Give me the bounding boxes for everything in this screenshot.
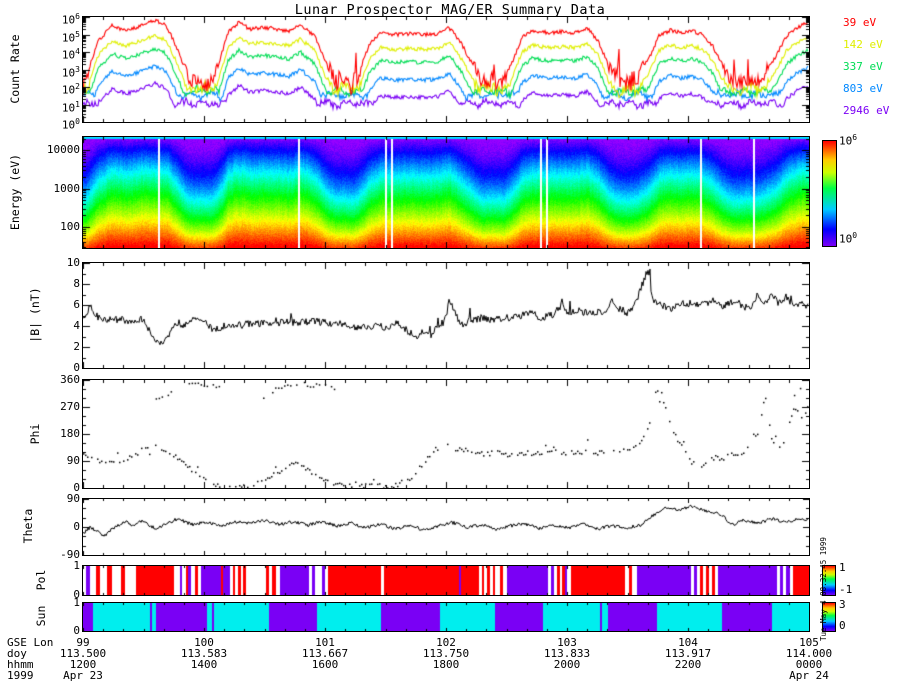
count-rate-plot xyxy=(83,17,809,122)
legend-item-39-ev: 39 eV xyxy=(843,16,877,29)
xaxis-value-1999: Apr 24 xyxy=(789,669,829,682)
energy-ytick: 100 xyxy=(60,219,80,233)
spectrogram-colorbar-min-label: 100 xyxy=(839,231,858,246)
count-rate-ytick: 102 xyxy=(61,82,80,97)
count-rate-ytick: 105 xyxy=(61,29,80,45)
theta-ytick: 0 xyxy=(73,520,80,533)
xaxis-value-hhmm: 2000 xyxy=(553,658,581,671)
sun-colorbar-min-label: 0 xyxy=(839,619,846,632)
b-ytick: 6 xyxy=(73,298,80,311)
sun-ytick: 0 xyxy=(73,624,80,637)
b-ytick: 8 xyxy=(73,277,80,290)
count-rate-ytick: 103 xyxy=(61,64,80,80)
pol-bar xyxy=(83,566,809,595)
phi-ytick: 270 xyxy=(60,400,80,413)
legend-item-2946-ev: 2946 eV xyxy=(843,104,890,117)
b-ytick: 10 xyxy=(66,256,80,269)
b-magnitude-plot xyxy=(83,263,809,368)
legend-item-337-ev: 337 eV xyxy=(843,60,883,73)
sun-ytick: 1 xyxy=(73,596,80,609)
xaxis-value-1999: Apr 23 xyxy=(63,669,103,682)
phi-ytick: 360 xyxy=(60,373,80,386)
energy-ytick: 1000 xyxy=(53,181,81,195)
ylabel-b: |B| (nT) xyxy=(28,287,42,343)
sun-colorbar-max-label: 3 xyxy=(839,598,846,611)
lunar-prospector-summary-figure: Lunar Prospector MAG/ER Summary Data Cou… xyxy=(0,0,900,700)
xaxis-value-hhmm: 1600 xyxy=(311,658,339,671)
xaxis-value-hhmm: 1800 xyxy=(432,658,460,671)
energy-ytick: 10000 xyxy=(46,143,80,157)
panel-pol xyxy=(82,565,810,596)
legend-item-142-ev: 142 eV xyxy=(843,38,883,51)
count-rate-ytick: 101 xyxy=(61,99,80,115)
theta-ytick: 90 xyxy=(66,492,80,505)
pol-ytick: 1 xyxy=(73,559,80,572)
count-rate-ytick: 100 xyxy=(61,117,80,132)
panel-theta xyxy=(82,498,810,556)
plot-timestamp: Tue May 4 08:32:45 1999 xyxy=(819,537,828,641)
legend-item-803-ev: 803 eV xyxy=(843,82,883,95)
phi-ytick: 90 xyxy=(66,454,80,467)
theta-plot xyxy=(83,499,809,555)
xaxis-value-hhmm: 1400 xyxy=(190,658,218,671)
panel-phi xyxy=(82,379,810,489)
panel-sun xyxy=(82,602,810,632)
sun-bar xyxy=(83,603,809,631)
xaxis-value-hhmm: 2200 xyxy=(674,658,702,671)
spectrogram-colorbar-max-label: 106 xyxy=(839,133,858,148)
pol-colorbar-min-label: -1 xyxy=(839,583,853,596)
panel-count-rate xyxy=(82,16,810,123)
energy-spectrogram-plot xyxy=(83,137,809,248)
count-rate-ytick: 106 xyxy=(61,12,80,27)
pol-colorbar-max-label: 1 xyxy=(839,561,846,574)
b-ytick: 4 xyxy=(73,319,80,332)
phi-ytick: 180 xyxy=(60,427,80,440)
count-rate-ytick: 104 xyxy=(61,47,80,62)
xaxis-row-label-year: 1999 xyxy=(7,669,34,682)
phi-plot xyxy=(83,380,809,488)
b-ytick: 2 xyxy=(73,340,80,353)
panel-energy-spectrogram xyxy=(82,136,810,249)
panel-b-magnitude xyxy=(82,262,810,369)
spectrogram-colorbar xyxy=(822,140,837,247)
